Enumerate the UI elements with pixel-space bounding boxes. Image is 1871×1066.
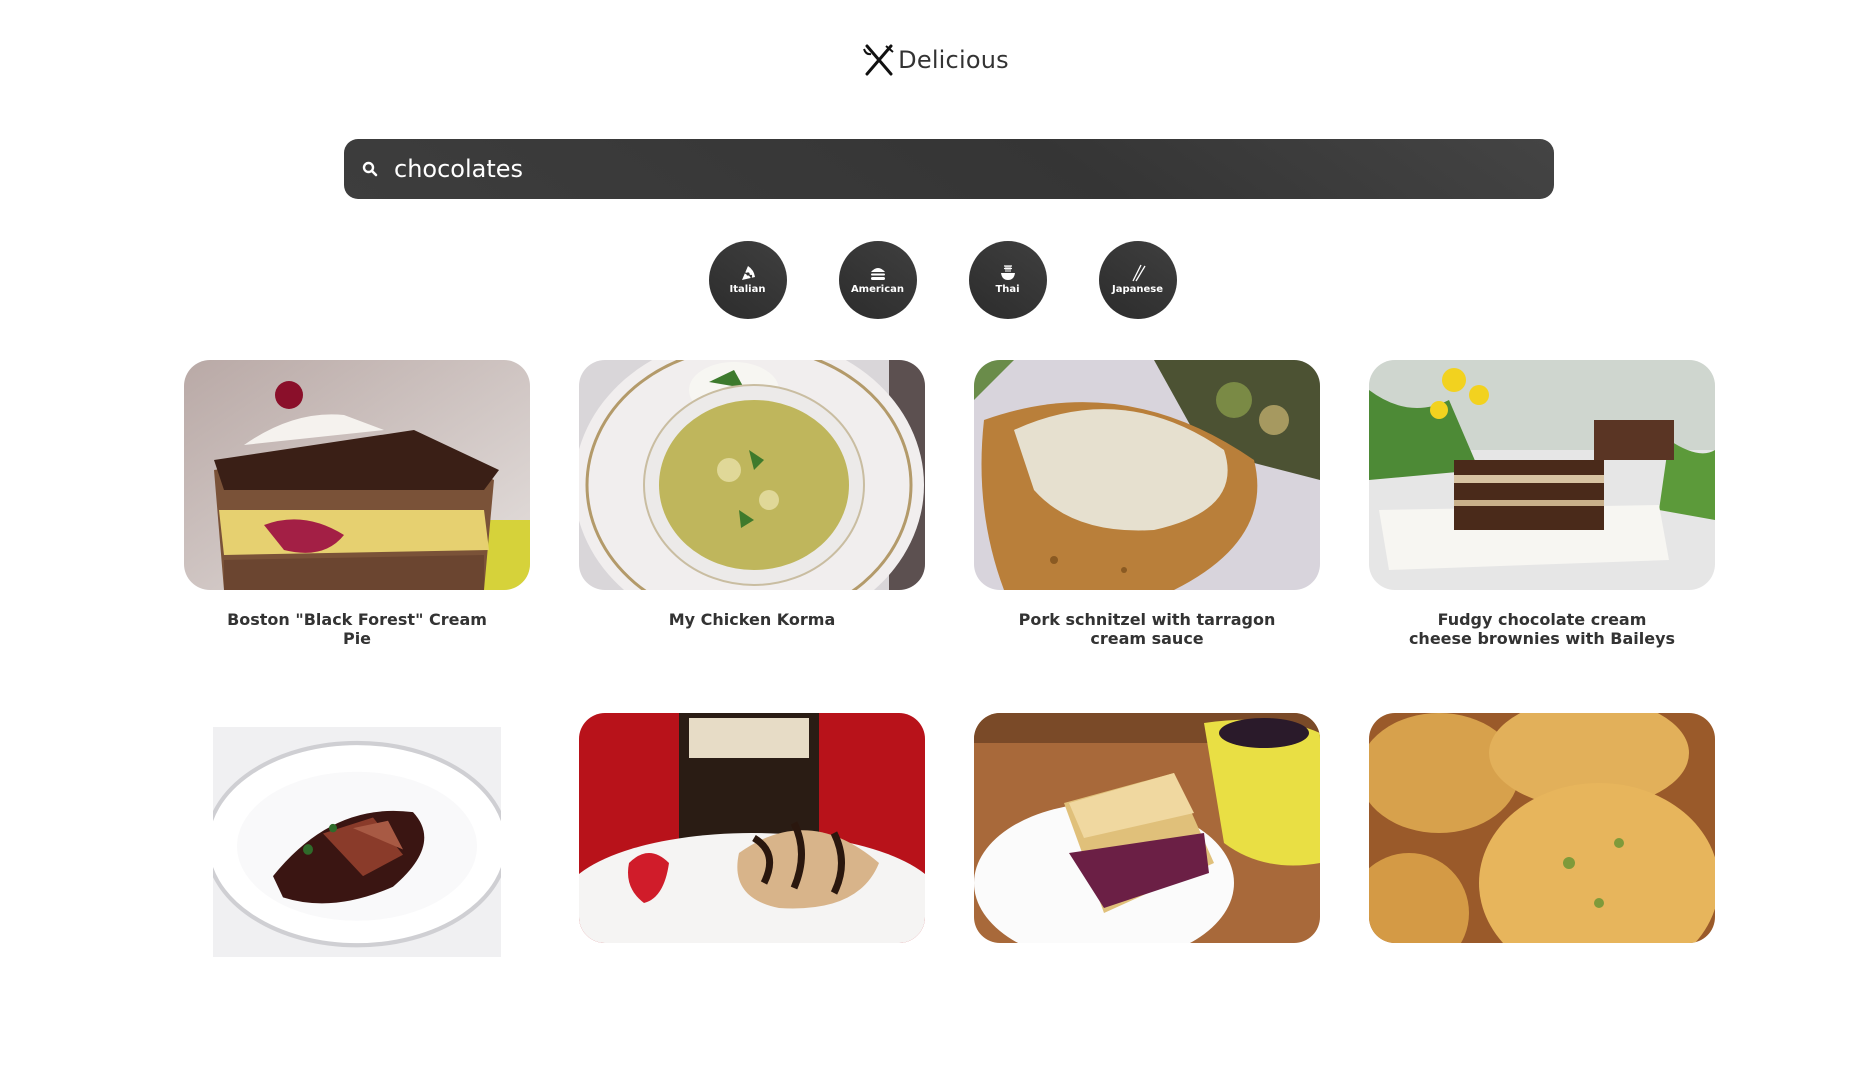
cuisine-label: Thai bbox=[995, 284, 1020, 295]
pizza-icon bbox=[741, 266, 755, 280]
recipe-image[interactable] bbox=[184, 360, 530, 590]
recipe-image[interactable] bbox=[579, 360, 925, 590]
recipe-card[interactable] bbox=[579, 713, 925, 1066]
page: Delicious Italian bbox=[0, 0, 1871, 957]
cuisine-american-button[interactable]: American bbox=[838, 241, 917, 319]
logo[interactable]: Delicious bbox=[0, 40, 1871, 80]
recipe-image[interactable] bbox=[974, 713, 1320, 943]
cuisine-nav: Italian American Thai Japanese bbox=[0, 241, 1871, 319]
recipe-image[interactable] bbox=[213, 727, 501, 957]
burger-icon bbox=[870, 268, 885, 280]
noodle-bowl-icon bbox=[1000, 265, 1015, 280]
cuisine-label: Japanese bbox=[1111, 284, 1163, 295]
recipe-title[interactable]: Boston "Black Forest" Cream Pie bbox=[184, 610, 530, 648]
cuisine-thai-button[interactable]: Thai bbox=[968, 241, 1047, 319]
recipe-card[interactable]: Pork schnitzel with tarragon cream sauce bbox=[974, 360, 1320, 713]
recipe-card[interactable] bbox=[1369, 713, 1715, 1066]
cuisine-label: American bbox=[850, 284, 905, 295]
search-bar[interactable] bbox=[344, 139, 1554, 199]
recipe-title[interactable]: Fudgy chocolate cream cheese brownies wi… bbox=[1369, 610, 1715, 648]
logo-text: Delicious bbox=[898, 46, 1009, 74]
fork-knife-icon bbox=[863, 44, 894, 76]
cuisine-italian-button[interactable]: Italian bbox=[708, 241, 787, 319]
cuisine-japanese-button[interactable]: Japanese bbox=[1098, 241, 1177, 319]
recipe-image[interactable] bbox=[1369, 360, 1715, 590]
recipe-card[interactable] bbox=[974, 713, 1320, 1066]
recipe-card[interactable]: My Chicken Korma bbox=[579, 360, 925, 713]
recipe-grid: Boston "Black Forest" Cream Pie My Chick… bbox=[184, 360, 1716, 1066]
recipe-card[interactable]: Boston "Black Forest" Cream Pie bbox=[184, 360, 530, 713]
recipe-card[interactable]: Fudgy chocolate cream cheese brownies wi… bbox=[1369, 360, 1715, 713]
recipe-image[interactable] bbox=[579, 713, 925, 943]
recipe-image[interactable] bbox=[1369, 713, 1715, 943]
recipe-title[interactable]: Pork schnitzel with tarragon cream sauce bbox=[974, 610, 1320, 648]
cuisine-label: Italian bbox=[729, 284, 766, 295]
recipe-card[interactable] bbox=[184, 713, 530, 1066]
chopsticks-icon bbox=[1131, 264, 1146, 282]
search-icon bbox=[360, 159, 380, 179]
recipe-title[interactable]: My Chicken Korma bbox=[579, 610, 925, 629]
search-input[interactable] bbox=[394, 155, 1494, 183]
recipe-image[interactable] bbox=[974, 360, 1320, 590]
